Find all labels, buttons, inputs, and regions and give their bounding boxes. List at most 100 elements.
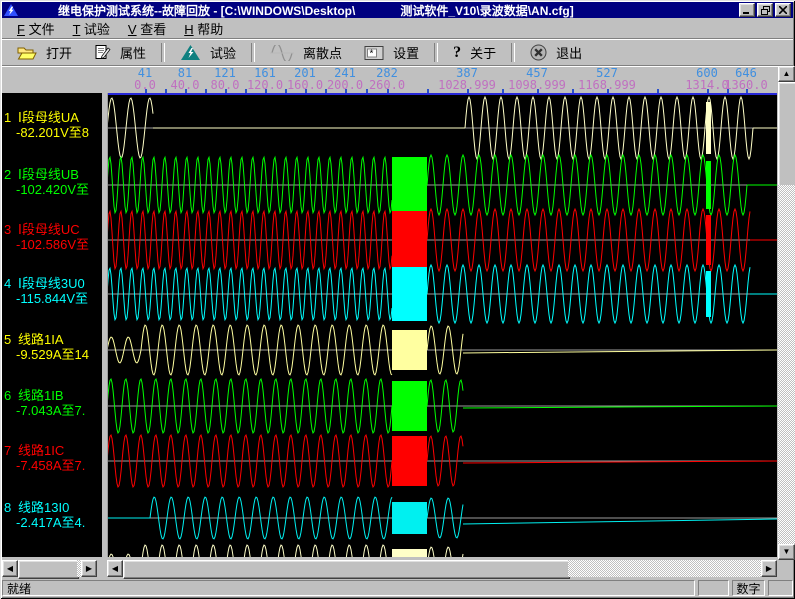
toolbar-button-test-lightning[interactable]: 试验 bbox=[169, 42, 247, 63]
waveform-svg bbox=[107, 93, 777, 557]
dense-waveform-block bbox=[392, 502, 427, 534]
close-icon bbox=[779, 6, 787, 14]
waveform-canvas[interactable] bbox=[107, 93, 777, 557]
dense-waveform-block bbox=[392, 549, 427, 557]
channel-label-2: 2Ⅰ段母线UB-102.420V至 bbox=[4, 167, 89, 197]
exit-icon bbox=[530, 44, 547, 61]
channel-range: -102.586V至 bbox=[16, 237, 89, 252]
waveform-trace-ch9 bbox=[427, 547, 463, 557]
channel-label-5: 5线路1IA-9.529A至14 bbox=[4, 332, 89, 362]
status-numlock: 数字 bbox=[732, 580, 765, 596]
status-panel-empty-2 bbox=[768, 580, 793, 596]
channel-name: 线路1IC bbox=[18, 443, 64, 458]
dense-waveform-bar bbox=[706, 215, 711, 265]
about-icon: ? bbox=[453, 44, 461, 62]
channel-number: 5 bbox=[4, 332, 18, 347]
channel-range: -7.043A至7. bbox=[16, 403, 85, 418]
vscroll-thumb[interactable] bbox=[778, 82, 795, 187]
arrow-up-icon: ▲ bbox=[783, 70, 791, 78]
menu-item-h[interactable]: H 帮助 bbox=[175, 17, 232, 40]
toolbar-button-label: 试验 bbox=[210, 43, 236, 62]
channel-label-8: 8线路13I0-2.417A至4. bbox=[4, 500, 85, 530]
dense-waveform-block bbox=[392, 267, 427, 321]
channel-number: 2 bbox=[4, 167, 18, 182]
app-icon bbox=[4, 4, 18, 17]
channel-range: -115.844V至 bbox=[16, 291, 88, 306]
channel-label-4: 4Ⅰ段母线3U0-115.844V至 bbox=[4, 276, 88, 306]
channel-name: 线路1IA bbox=[18, 332, 64, 347]
arrow-right-icon: ▶ bbox=[766, 565, 772, 573]
open-folder-icon bbox=[17, 45, 37, 61]
label-hscroll-right-button[interactable]: ▶ bbox=[81, 560, 97, 577]
waveform-trace-ch9 bbox=[141, 545, 392, 557]
arrow-left-icon: ◀ bbox=[112, 565, 118, 573]
settings-icon: * bbox=[364, 45, 384, 61]
toolbar-button-exit[interactable]: 退出 bbox=[519, 42, 593, 63]
channel-number: 1 bbox=[4, 110, 18, 125]
toolbar-button-label: 设置 bbox=[393, 43, 419, 62]
wave-hscroll-left-button[interactable]: ◀ bbox=[107, 560, 123, 577]
waveform-trace-ch8 bbox=[463, 519, 777, 524]
dense-waveform-bar bbox=[706, 271, 711, 317]
label-hscroll-left-button[interactable]: ◀ bbox=[2, 560, 18, 577]
dense-waveform-block bbox=[392, 381, 427, 431]
toolbar-separator bbox=[511, 43, 515, 62]
status-panel-empty-1 bbox=[698, 580, 729, 596]
channel-name: 线路1IB bbox=[18, 388, 64, 403]
minimize-icon bbox=[743, 6, 751, 15]
window-controls bbox=[739, 3, 791, 17]
toolbar-button-settings[interactable]: * 设置 bbox=[353, 42, 430, 63]
menu-item-label: 帮助 bbox=[194, 22, 224, 37]
ruler: 410.08140.012180.0161120.0201160.0241200… bbox=[2, 66, 778, 93]
toolbar-separator bbox=[251, 43, 255, 62]
toolbar: 打开 属性 试验 离散点 * 设置 ?关于 退出 bbox=[2, 40, 793, 66]
dense-waveform-block bbox=[392, 157, 427, 213]
toolbar-button-about[interactable]: ?关于 bbox=[442, 42, 507, 63]
svg-text:*: * bbox=[370, 48, 374, 59]
toolbar-button-label: 属性 bbox=[120, 43, 146, 62]
channel-label-panel: 1Ⅰ段母线UA-82.201V至82Ⅰ段母线UB-102.420V至3Ⅰ段母线U… bbox=[2, 93, 102, 557]
minimize-button[interactable] bbox=[739, 3, 755, 17]
menu-item-t[interactable]: T 试验 bbox=[64, 17, 119, 40]
channel-name: Ⅰ段母线UC bbox=[18, 222, 80, 237]
channel-name: Ⅰ段母线UA bbox=[18, 110, 79, 125]
toolbar-button-discrete-points[interactable]: 离散点 bbox=[259, 42, 353, 63]
arrow-right-icon: ▶ bbox=[86, 565, 92, 573]
status-ready: 就绪 bbox=[2, 580, 695, 596]
channel-label-6: 6线路1IB-7.043A至7. bbox=[4, 388, 85, 418]
menu-item-f[interactable]: F 文件 bbox=[8, 17, 64, 40]
toolbar-separator bbox=[434, 43, 438, 62]
channel-label-3: 3Ⅰ段母线UC-102.586V至 bbox=[4, 222, 89, 252]
status-ready-text: 就绪 bbox=[7, 580, 31, 596]
wave-hscroll-right-button[interactable]: ▶ bbox=[761, 560, 777, 577]
channel-number: 3 bbox=[4, 222, 18, 237]
channel-number: 8 bbox=[4, 500, 18, 515]
vscroll-track[interactable] bbox=[778, 185, 795, 544]
toolbar-button-label: 离散点 bbox=[303, 43, 342, 62]
restore-button[interactable] bbox=[757, 3, 773, 17]
vscroll-up-button[interactable]: ▲ bbox=[778, 66, 795, 82]
channel-name: Ⅰ段母线3U0 bbox=[18, 276, 85, 291]
app-window: 继电保护测试系统--故障回放 - [C:\WINDOWS\Desktop\ 测试… bbox=[0, 0, 795, 599]
toolbar-button-properties[interactable]: 属性 bbox=[83, 42, 157, 63]
dense-waveform-block bbox=[392, 436, 427, 486]
statusbar: 就绪 数字 bbox=[2, 576, 793, 597]
dense-waveform-block bbox=[392, 330, 427, 370]
menu-item-label: 试验 bbox=[80, 22, 110, 37]
channel-label-7: 7线路1IC-7.458A至7. bbox=[4, 443, 85, 473]
channel-range: -7.458A至7. bbox=[16, 458, 85, 473]
channel-label-1: 1Ⅰ段母线UA-82.201V至8 bbox=[4, 110, 89, 140]
toolbar-button-label: 退出 bbox=[556, 43, 582, 62]
wave-hscroll-track[interactable] bbox=[568, 560, 761, 577]
channel-name: 线路13I0 bbox=[18, 500, 69, 515]
close-button[interactable] bbox=[775, 3, 791, 17]
menu-item-v[interactable]: V 查看 bbox=[119, 17, 175, 40]
vscroll-down-button[interactable]: ▼ bbox=[778, 544, 795, 560]
toolbar-button-open-folder[interactable]: 打开 bbox=[6, 42, 83, 63]
dense-waveform-bar bbox=[706, 161, 711, 209]
channel-range: -82.201V至8 bbox=[16, 125, 89, 140]
status-numlock-text: 数字 bbox=[737, 580, 761, 596]
arrow-left-icon: ◀ bbox=[7, 565, 13, 573]
menu-item-label: 文件 bbox=[25, 22, 55, 37]
menu-accel: F bbox=[17, 22, 25, 37]
